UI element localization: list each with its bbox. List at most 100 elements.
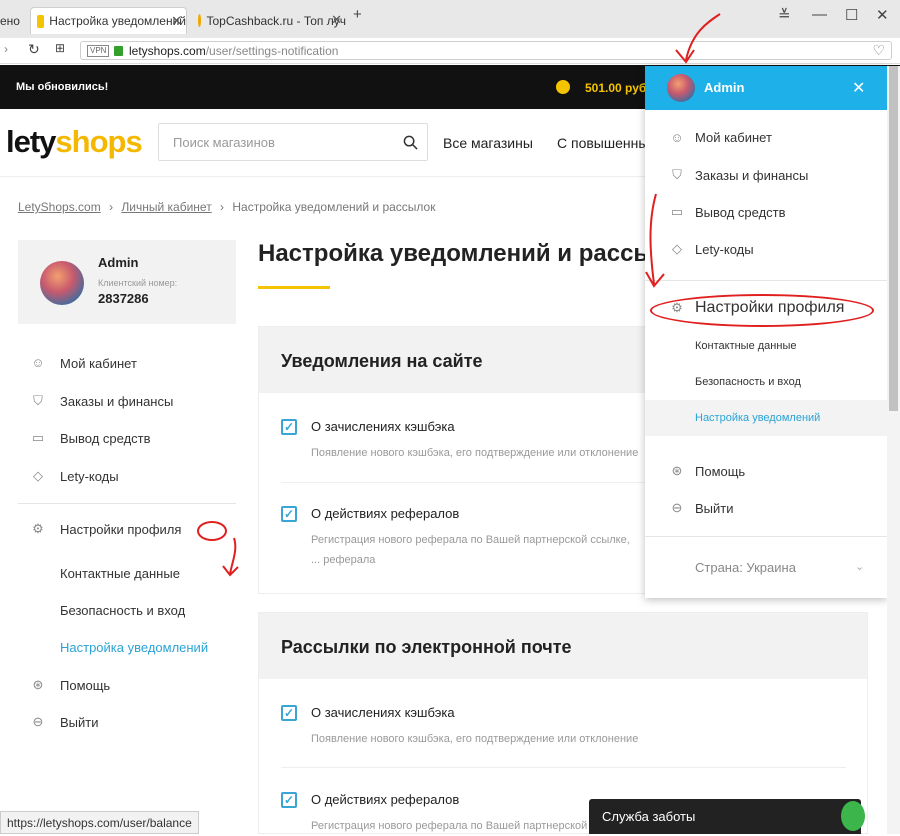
- dropdown-item-orders[interactable]: ⛉ Заказы и финансы: [669, 167, 808, 183]
- dropdown-subitem-notifications[interactable]: Настройка уведомлений: [695, 412, 820, 424]
- close-icon[interactable]: ✕: [852, 78, 865, 98]
- sidebar-item-withdraw[interactable]: ▭ Вывод средств: [30, 430, 151, 446]
- annotation-arrow-icon: [645, 193, 665, 288]
- sidebar-item-help[interactable]: ⊛ Помощь: [30, 677, 111, 693]
- close-window-icon[interactable]: ✕: [876, 6, 889, 24]
- search-input[interactable]: Поиск магазинов: [173, 135, 275, 150]
- tab-list-icon[interactable]: ≚: [778, 6, 791, 24]
- page-title: Настройка уведомлений и рассы: [258, 240, 654, 267]
- reload-icon[interactable]: ↻: [28, 41, 40, 58]
- sidebar-subitem-contacts[interactable]: Контактные данные: [60, 566, 180, 581]
- sidebar-item-logout[interactable]: ⊖ Выйти: [30, 714, 99, 730]
- lock-icon[interactable]: [114, 46, 123, 56]
- dropdown-user-name[interactable]: Admin: [704, 80, 744, 95]
- logo-shops: shops: [55, 124, 142, 159]
- dropdown-item-label: Вывод средств: [695, 204, 786, 220]
- sidebar-item-label: Вывод средств: [60, 430, 151, 446]
- letyshops-logo[interactable]: letyshops: [6, 124, 143, 160]
- user-name: Admin: [98, 255, 139, 270]
- scrollbar-thumb[interactable]: [889, 66, 898, 411]
- tab-topcashback[interactable]: TopCashback.ru - Топ луч ✕: [192, 7, 346, 34]
- tab-previous[interactable]: ено: [0, 7, 26, 34]
- dropdown-item-label: Lety-коды: [695, 241, 754, 257]
- search-icon[interactable]: [403, 135, 418, 150]
- sidebar-subitem-security[interactable]: Безопасность и вход: [60, 603, 185, 618]
- sidebar-item-label: Lety-коды: [60, 468, 119, 484]
- sidebar-item-label: Выйти: [60, 714, 99, 730]
- sidebar-item-label: Мой кабинет: [60, 355, 137, 371]
- close-tab-icon[interactable]: ✕: [171, 13, 182, 29]
- tab-notification-settings[interactable]: Настройка уведомлений ✕: [30, 7, 187, 34]
- browser-tab-bar: ено Настройка уведомлений ✕ TopCashback.…: [0, 0, 900, 38]
- breadcrumb-cabinet[interactable]: Личный кабинет: [121, 200, 211, 214]
- dropdown-item-letycodes[interactable]: ◇ Lety-коды: [669, 241, 754, 257]
- status-url: https://letyshops.com/user/balance: [0, 811, 199, 834]
- maximize-icon[interactable]: ☐: [845, 6, 858, 24]
- annotation-arrow-icon: [222, 537, 239, 577]
- dropdown-item-help[interactable]: ⊛ Помощь: [669, 463, 746, 479]
- forward-icon[interactable]: ›: [4, 42, 8, 56]
- dropdown-item-label: Выйти: [695, 500, 734, 516]
- sidebar-item-letycodes[interactable]: ◇ Lety-коды: [30, 468, 119, 484]
- dropdown-item-withdraw[interactable]: ▭ Вывод средств: [669, 204, 786, 220]
- lifebuoy-icon: ⊛: [671, 463, 683, 478]
- checkbox-checked-icon[interactable]: ✓: [281, 792, 297, 808]
- care-status-icon: [841, 801, 865, 831]
- title-underline: [258, 286, 330, 289]
- option-title: О действиях рефералов: [311, 506, 460, 521]
- checkbox-checked-icon[interactable]: ✓: [281, 705, 297, 721]
- user-icon: ☺: [31, 355, 45, 370]
- annotation-arrow-icon: [675, 13, 721, 64]
- balance[interactable]: 501.00 руб.: [585, 81, 650, 95]
- avatar[interactable]: [40, 261, 84, 305]
- breadcrumb-current: Настройка уведомлений и рассылок: [232, 200, 436, 214]
- search-box[interactable]: Поиск магазинов: [158, 123, 428, 161]
- dropdown-divider: [645, 280, 887, 281]
- divider: [281, 767, 846, 768]
- breadcrumb-home[interactable]: LetyShops.com: [18, 200, 101, 214]
- gear-icon: ⚙: [32, 521, 44, 536]
- dropdown-subitem-security[interactable]: Безопасность и вход: [695, 376, 801, 388]
- sidebar-item-cabinet[interactable]: ☺ Мой кабинет: [30, 355, 137, 371]
- logout-icon: ⊖: [32, 714, 44, 729]
- dropdown-divider: [645, 536, 887, 537]
- option-desc: Регистрация нового реферала по Вашей пар…: [311, 534, 630, 566]
- care-widget-label: Служба заботы: [602, 809, 696, 824]
- vpn-badge[interactable]: VPN: [87, 45, 110, 57]
- wallet-icon: ▭: [31, 430, 45, 445]
- country-selector[interactable]: Страна: Украина: [695, 560, 796, 575]
- url-field[interactable]: VPN letyshops.com/user/settings-notifica…: [80, 41, 892, 60]
- nav-all-shops[interactable]: Все магазины: [443, 135, 533, 151]
- nav-increased[interactable]: С повышенны: [557, 135, 648, 151]
- sidebar-item-profile-settings[interactable]: ⚙ Настройки профиля: [30, 521, 181, 537]
- dropdown-item-cabinet[interactable]: ☺ Мой кабинет: [669, 130, 772, 145]
- checkbox-checked-icon[interactable]: ✓: [281, 419, 297, 435]
- care-widget-button[interactable]: Служба заботы: [589, 799, 865, 834]
- logout-icon: ⊖: [671, 500, 683, 515]
- tab-label: Настройка уведомлений: [49, 14, 186, 28]
- topcashback-favicon-icon: [198, 14, 202, 27]
- chevron-down-icon[interactable]: ⌄: [855, 560, 864, 573]
- option-title: О действиях рефералов: [311, 792, 460, 807]
- sidebar-divider: [18, 503, 236, 504]
- sidebar-subitem-notifications[interactable]: Настройка уведомлений: [60, 640, 208, 655]
- annotation-circle: [650, 294, 874, 327]
- avatar[interactable]: [667, 74, 695, 102]
- letyshops-favicon-icon: [37, 14, 45, 28]
- announcement[interactable]: Мы обновились!: [16, 81, 108, 93]
- dropdown-subitem-contacts[interactable]: Контактные данные: [695, 340, 796, 352]
- breadcrumb-separator: ›: [109, 200, 114, 214]
- speed-dial-icon[interactable]: ⊞: [55, 41, 65, 55]
- new-tab-button[interactable]: +: [353, 6, 362, 23]
- dropdown-item-logout[interactable]: ⊖ Выйти: [669, 500, 734, 516]
- minimize-icon[interactable]: —: [812, 6, 827, 23]
- checkbox-checked-icon[interactable]: ✓: [281, 506, 297, 522]
- sidebar-item-orders[interactable]: ⛉ Заказы и финансы: [30, 393, 173, 409]
- lifebuoy-icon: ⊛: [32, 677, 44, 692]
- user-icon: ☺: [670, 130, 684, 145]
- dropdown-header: Admin ✕: [645, 66, 887, 110]
- coin-icon: [556, 80, 570, 94]
- bookmark-heart-icon[interactable]: ♡: [872, 42, 885, 59]
- address-bar: › ↻ ⊞ VPN letyshops.com/user/settings-no…: [0, 38, 900, 64]
- close-tab-icon[interactable]: ✕: [331, 12, 342, 28]
